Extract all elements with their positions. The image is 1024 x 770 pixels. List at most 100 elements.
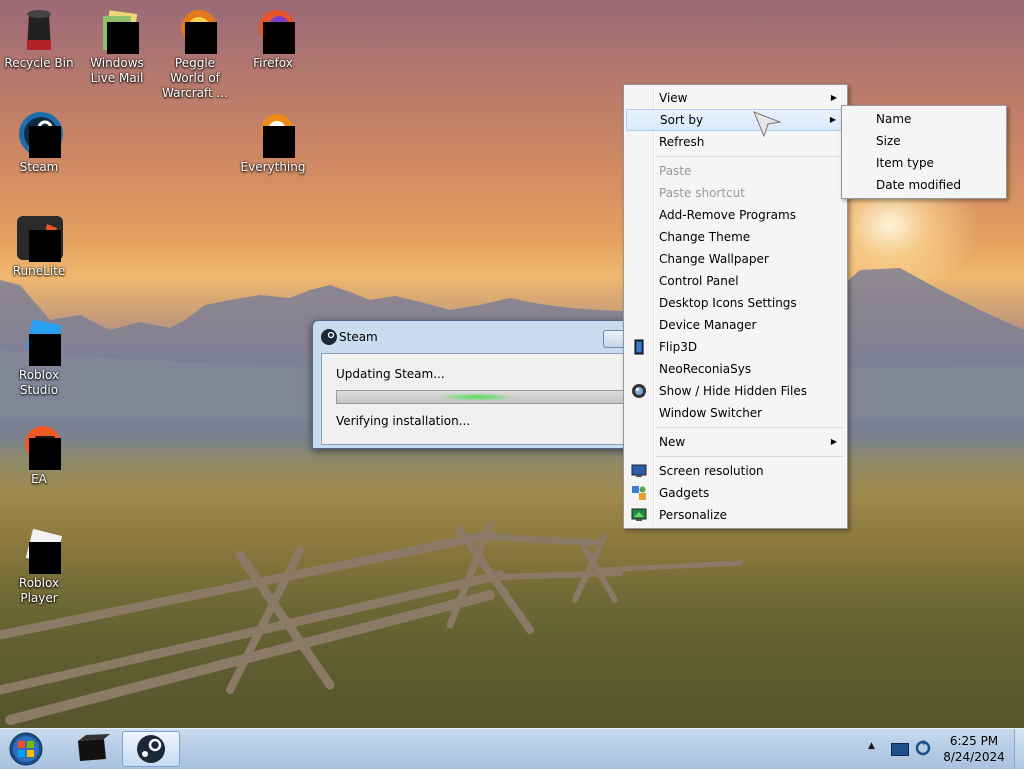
desktop-icon-label: Everything (240, 160, 306, 174)
menu-item-new[interactable]: New ▶ (626, 431, 845, 453)
desktop-icon-ea[interactable]: EA (0, 422, 78, 487)
verify-status-text: Verifying installation... (336, 414, 471, 428)
menu-item-paste-shortcut[interactable]: Paste shortcut (626, 182, 845, 204)
menu-item-label: Personalize (659, 508, 728, 522)
desktop-icon-recycle-bin[interactable]: Recycle Bin (0, 6, 78, 71)
update-status-text: Updating Steam... (336, 367, 445, 381)
menu-item-paste[interactable]: Paste (626, 160, 845, 182)
menu-item-neoreconiasys[interactable]: NeoReconiaSys (626, 358, 845, 380)
desktop-icon-label: Peggle World of Warcraft ... (162, 56, 228, 100)
menu-item-screen-resolution[interactable]: Screen resolution (626, 460, 845, 482)
steam-logo-icon (321, 329, 337, 345)
menu-item-gadgets[interactable]: Gadgets (626, 482, 845, 504)
taskbar-app-button[interactable] (64, 731, 120, 765)
desktop-icon-roblox-player[interactable]: Roblox Player (0, 526, 78, 606)
desktop-context-menu: View ▶ Sort by ▶ Refresh Paste Paste short… (623, 84, 848, 529)
menu-item-label: Show / Hide Hidden Files (659, 384, 807, 398)
system-clock[interactable]: 6:25 PM 8/24/2024 (938, 733, 1010, 765)
menu-item-refresh[interactable]: Refresh (626, 131, 845, 153)
desktop-icon-label: RuneLite (12, 264, 66, 278)
menu-item-change-wallpaper[interactable]: Change Wallpaper (626, 248, 845, 270)
mail-icon (93, 6, 141, 54)
start-button[interactable] (6, 731, 46, 767)
ea-icon (15, 422, 63, 470)
menu-item-label: Item type (876, 156, 934, 170)
menu-item-desktop-icons-settings[interactable]: Desktop Icons Settings (626, 292, 845, 314)
desktop-icon-label: Firefox (253, 56, 293, 70)
submenu-arrow-icon: ▶ (830, 437, 837, 446)
wallpaper-fence (0, 521, 743, 725)
sync-icon[interactable] (915, 740, 931, 759)
app-icon (78, 734, 110, 761)
menu-item-label: Screen resolution (659, 464, 764, 478)
menu-item-label: Control Panel (659, 274, 739, 288)
desktop-icon-peggle[interactable]: Peggle World of Warcraft ... (156, 6, 234, 101)
menu-item-label: Window Switcher (659, 406, 763, 420)
menu-item-label: Date modified (876, 178, 962, 192)
everything-icon (249, 110, 297, 158)
desktop-icon-label: Steam (19, 160, 59, 174)
windows-logo-icon (9, 732, 43, 766)
steam-icon (15, 110, 63, 158)
show-desktop-button[interactable] (1014, 729, 1024, 769)
menu-item-control-panel[interactable]: Control Panel (626, 270, 845, 292)
mouse-cursor-icon (753, 111, 782, 138)
menu-item-view[interactable]: View ▶ (626, 87, 845, 109)
recycle-bin-icon (15, 6, 63, 54)
sort-item-date-modified[interactable]: Date modified (844, 174, 1004, 196)
menu-item-label: Gadgets (659, 486, 710, 500)
menu-item-label: Change Wallpaper (659, 252, 769, 266)
gadgets-icon (631, 485, 647, 501)
menu-separator (656, 456, 843, 457)
sort-item-size[interactable]: Size (844, 130, 1004, 152)
display-icon (631, 463, 647, 479)
firefox-icon (249, 6, 297, 54)
desktop-icon-roblox-studio[interactable]: Roblox Studio (0, 318, 78, 398)
network-icon[interactable] (891, 743, 909, 756)
runelite-icon (15, 214, 63, 262)
menu-item-label: Name (876, 112, 912, 126)
desktop-icon-label: Roblox Player (18, 576, 60, 605)
desktop-icon-everything[interactable]: Everything (234, 110, 312, 175)
steam-update-window[interactable]: Steam Updating Steam... Verifying instal… (312, 320, 645, 449)
hidden-files-icon (631, 383, 647, 399)
menu-separator (656, 427, 843, 428)
menu-item-window-switcher[interactable]: Window Switcher (626, 402, 845, 424)
taskbar: ▲ 6:25 PM 8/24/2024 (0, 728, 1024, 769)
menu-item-label: Flip3D (659, 340, 698, 354)
menu-item-label: Desktop Icons Settings (659, 296, 797, 310)
menu-item-label: Device Manager (659, 318, 757, 332)
menu-item-personalize[interactable]: Personalize (626, 504, 845, 526)
menu-item-add-remove-programs[interactable]: Add-Remove Programs (626, 204, 845, 226)
desktop-icon-windows-live-mail[interactable]: Windows Live Mail (78, 6, 156, 86)
desktop-icon-runelite[interactable]: RuneLite (0, 214, 78, 279)
flip3d-icon (631, 339, 647, 355)
desktop-icon-label: Windows Live Mail (90, 56, 144, 85)
menu-item-label: View (659, 91, 688, 105)
desktop-icon-firefox[interactable]: Firefox (234, 6, 312, 71)
peggle-icon (171, 6, 219, 54)
submenu-arrow-icon: ▶ (830, 93, 837, 102)
desktop-icon-label: Roblox Studio (18, 368, 60, 397)
menu-item-show-hide-hidden-files[interactable]: Show / Hide Hidden Files (626, 380, 845, 402)
menu-item-label: Change Theme (659, 230, 751, 244)
show-hidden-icons-button[interactable]: ▲ (868, 741, 875, 751)
clock-date: 8/24/2024 (943, 750, 1005, 764)
desktop-icon-label: Recycle Bin (4, 56, 74, 70)
progress-marquee (437, 393, 517, 401)
desktop-icon-steam[interactable]: Steam (0, 110, 78, 175)
menu-item-device-manager[interactable]: Device Manager (626, 314, 845, 336)
menu-item-sort-by[interactable]: Sort by ▶ (626, 109, 845, 131)
sort-by-submenu: Name Size Item type Date modified (841, 105, 1007, 199)
desktop-icon-label: EA (31, 472, 47, 486)
sort-item-item-type[interactable]: Item type (844, 152, 1004, 174)
taskbar-steam-button[interactable] (122, 731, 180, 767)
menu-item-label: New (659, 435, 686, 449)
menu-item-flip3d[interactable]: Flip3D (626, 336, 845, 358)
update-progress-bar (336, 390, 638, 404)
menu-item-label: Refresh (659, 135, 705, 149)
sort-item-name[interactable]: Name (844, 108, 1004, 130)
steam-icon (137, 735, 165, 763)
steam-window-title: Steam (339, 330, 378, 344)
menu-item-change-theme[interactable]: Change Theme (626, 226, 845, 248)
